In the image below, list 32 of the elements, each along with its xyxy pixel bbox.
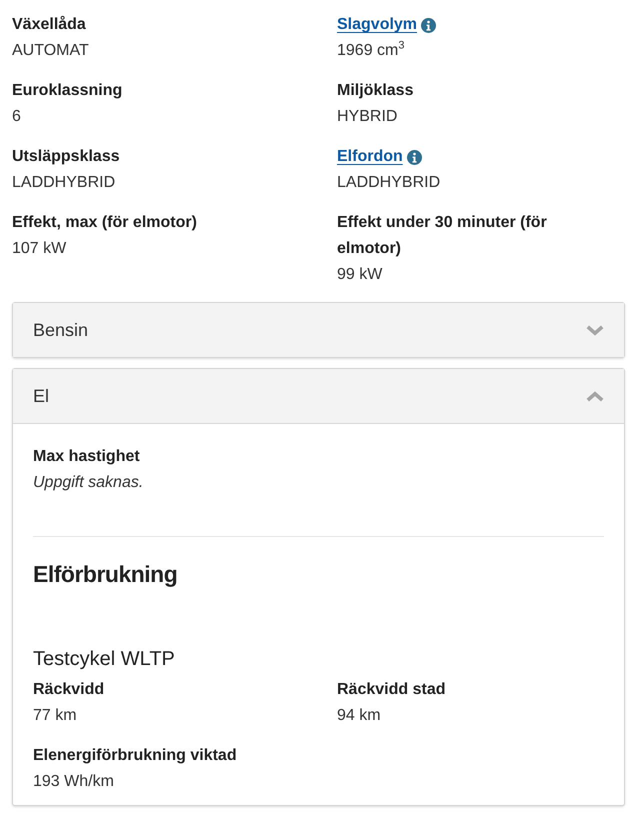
field-label: Räckvidd stad	[337, 680, 446, 700]
field-value: 99 kW	[337, 265, 384, 285]
spec-link[interactable]: Slagvolym	[337, 12, 418, 38]
field-label: Utsläppsklass	[12, 147, 120, 167]
field-label: Effekt under 30 minuter (för elmotor)	[337, 213, 548, 259]
field-value: LADDHYBRID	[337, 173, 442, 193]
info-icon[interactable]	[421, 18, 436, 32]
field-label: Räckvidd	[33, 680, 104, 700]
section-subheading: Testcykel WLTP	[33, 648, 176, 671]
field-label: Max hastighet	[33, 447, 140, 467]
section-heading: Elförbrukning	[33, 561, 178, 588]
spec-link[interactable]: Elfordon	[337, 144, 403, 170]
accordion-header[interactable]: Bensin	[13, 303, 624, 357]
field-value: AUTOMAT	[12, 41, 90, 61]
field-label: Växellåda	[12, 14, 86, 35]
field-value: Uppgift saknas.	[33, 473, 144, 493]
field-value: 193 Wh/km	[33, 772, 115, 792]
field-label: Effekt, max (för elmotor)	[12, 213, 197, 233]
chevron-down-icon	[586, 324, 604, 336]
accordion-header[interactable]: El	[13, 369, 624, 423]
chevron-up-icon	[586, 390, 604, 402]
field-value: 6	[12, 107, 22, 127]
field-value: 77 km	[33, 706, 78, 726]
field-value: 1969 cm$^{3}$	[337, 38, 406, 61]
field-value: HYBRID	[337, 107, 398, 127]
field-label: Euroklassning	[12, 81, 122, 101]
field-value: 94 km	[337, 706, 382, 726]
info-icon[interactable]	[406, 150, 422, 164]
field-value: 107 kW	[12, 239, 68, 259]
field-label: Miljöklass	[337, 81, 414, 101]
field-value: LADDHYBRID	[12, 173, 116, 193]
field-label: Elenergiförbrukning viktad	[33, 746, 237, 766]
